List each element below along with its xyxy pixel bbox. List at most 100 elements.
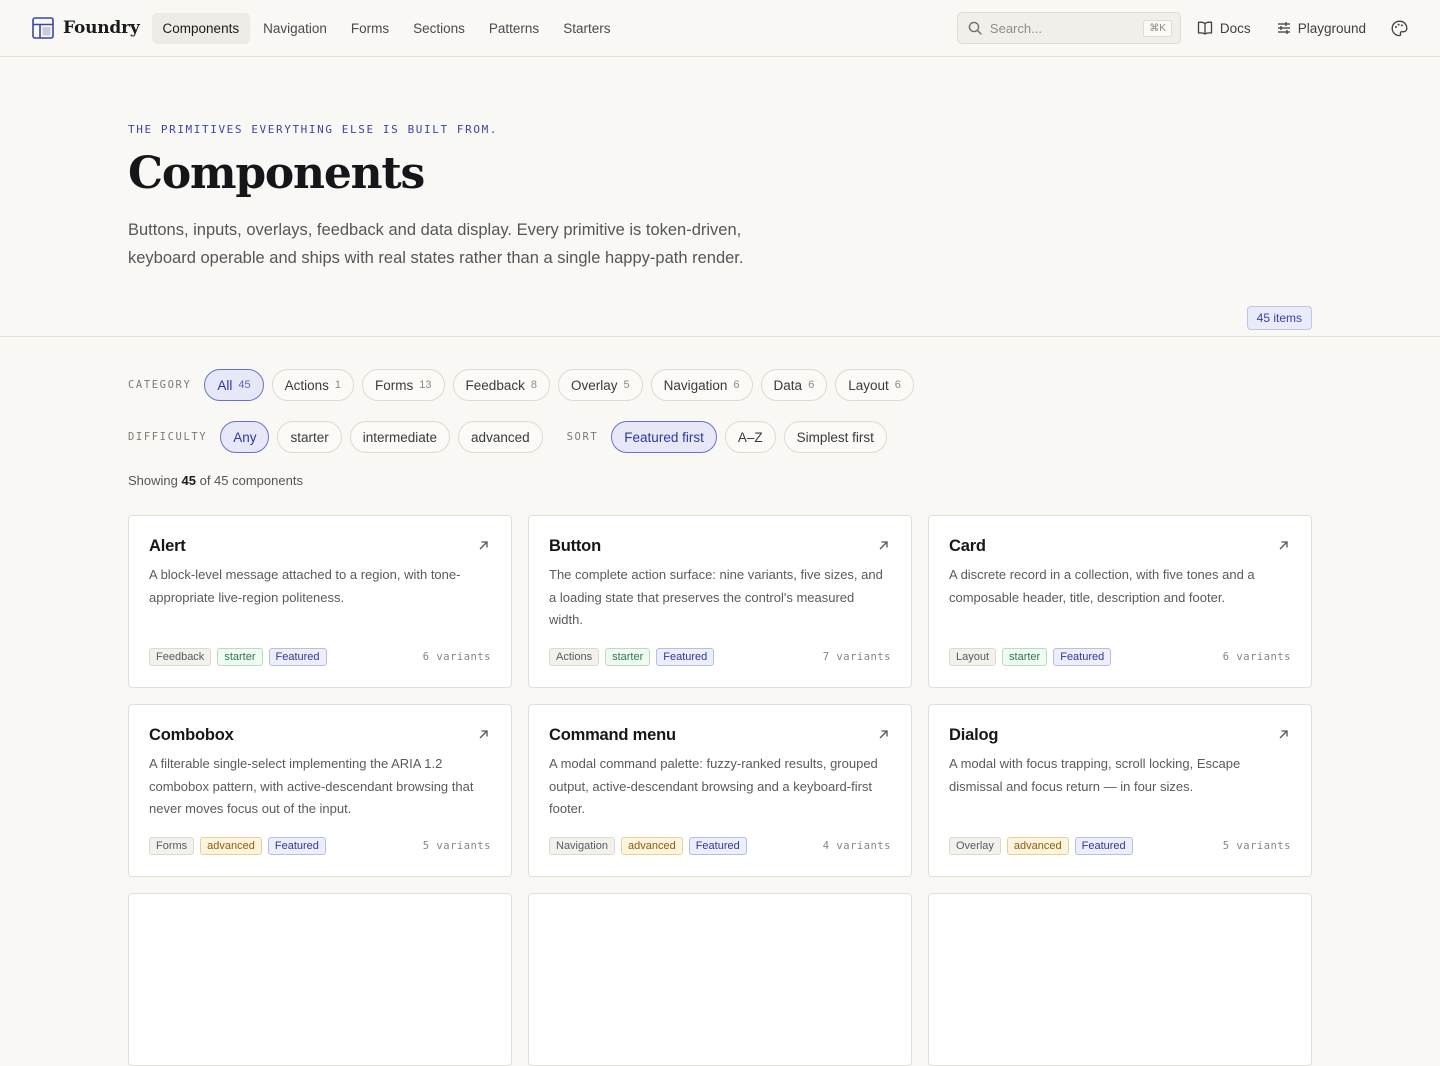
featured-tag: Featured [267,837,326,855]
category-pill-all[interactable]: All 45 [204,369,264,401]
featured-tag: Featured [268,648,327,666]
variant-count: 6 variants [422,651,491,663]
component-card-alert[interactable]: Alert A block-level message attached to … [128,515,512,688]
pill-count: 13 [419,379,432,391]
pill-label: Overlay [570,377,618,393]
component-card-combobox[interactable]: Combobox A filterable single-select impl… [128,704,512,877]
theme-button[interactable] [1390,19,1408,37]
search-box[interactable]: ⌘K [956,12,1181,44]
arrow-up-right-icon [879,541,888,550]
nav-item-navigation[interactable]: Navigation [252,13,338,44]
card-title: Dialog [949,726,999,744]
card-description: A filterable single-select implementing … [149,756,474,816]
featured-tag: Featured [1074,837,1133,855]
difficulty-tag: starter [605,648,651,666]
page-eyebrow: THE PRIMITIVES EVERYTHING ELSE IS BUILT … [128,123,499,136]
docs-label: Docs [1219,20,1251,36]
docs-link[interactable]: Docs [1197,15,1251,42]
pill-count: 6 [894,379,901,391]
sliders-icon [1277,22,1290,34]
main-nav: Components Navigation Forms Sections Pat… [151,12,622,44]
category-tag: Layout [949,648,997,666]
component-card-command-menu[interactable]: Command menu A modal command palette: fu… [528,704,912,877]
arrow-up-right-icon [1279,730,1288,739]
pill-count: 8 [530,379,537,391]
pill-label: Feedback [465,377,525,393]
card-footer: Actions starter Featured 7 variants [549,648,891,666]
category-label: CATEGORY [128,379,192,391]
component-card-card[interactable]: Card A discrete record in a collection, … [928,515,1312,688]
component-card-partial[interactable] [128,893,512,1066]
card-description: A modal command palette: fuzzy-ranked re… [549,756,878,816]
component-card-partial[interactable] [528,893,912,1066]
card-footer: Layout starter Featured 6 variants [949,648,1291,666]
palette-icon [1391,20,1407,36]
card-title: Alert [149,537,186,555]
nav-item-patterns[interactable]: Patterns [478,13,550,44]
showing-prefix: Showing [128,473,178,488]
component-grid: Alert A block-level message attached to … [128,515,1312,1066]
showing-suffix: of 45 components [199,473,303,488]
pill-label: All [217,377,233,393]
variant-count: 7 variants [822,651,891,663]
pill-count: 45 [238,379,251,391]
difficulty-label: DIFFICULTY [128,431,208,443]
component-card-partial[interactable] [928,893,1312,1066]
difficulty-pill-starter[interactable]: starter [277,421,342,453]
pill-label: Layout [848,377,889,393]
card-description: A discrete record in a collection, with … [949,567,1255,605]
arrow-up-right-icon [479,541,488,550]
showing-count: 45 [181,473,196,488]
sort-label: SORT [566,431,599,443]
sort-pill-alphabetical[interactable]: A–Z [724,421,776,453]
difficulty-tag: advanced [200,837,262,855]
logo-icon [32,17,54,39]
nav-item-starters[interactable]: Starters [552,13,621,44]
pill-label: Navigation [663,377,728,393]
category-pill-navigation[interactable]: Navigation 6 [650,369,753,401]
category-pill-data[interactable]: Data 6 [760,369,828,401]
page-description: Buttons, inputs, overlays, feedback and … [128,221,744,268]
search-shortcut: ⌘K [1143,19,1172,37]
difficulty-tag: starter [1002,648,1048,666]
card-footer: Overlay advanced Featured 5 variants [949,837,1291,855]
category-filter-row: CATEGORY All 45 Actions 1 Forms 13 Feedback… [128,369,1312,401]
search-input[interactable] [989,20,1136,36]
category-pill-forms[interactable]: Forms 13 [362,369,445,401]
category-tag: Forms [149,837,195,855]
difficulty-pill-any[interactable]: Any [220,421,270,453]
card-title: Command menu [549,726,676,744]
card-title: Button [549,537,601,555]
component-card-button[interactable]: Button The complete action surface: nine… [528,515,912,688]
difficulty-tag: advanced [620,837,683,855]
category-tag: Feedback [149,648,212,666]
category-tag: Navigation [549,837,615,855]
variant-count: 4 variants [822,840,891,852]
card-description: A block-level message attached to a regi… [149,567,461,605]
featured-tag: Featured [1053,648,1112,666]
top-bar: Foundry Components Navigation Forms Sect… [0,0,1440,57]
brand-logo[interactable]: Foundry [32,17,140,39]
variant-count: 5 variants [422,840,491,852]
book-icon [1197,21,1213,35]
sort-pill-featured[interactable]: Featured first [611,421,717,453]
arrow-up-right-icon [879,730,888,739]
nav-item-components[interactable]: Components [151,12,251,44]
playground-link[interactable]: Playground [1277,15,1366,42]
category-pill-feedback[interactable]: Feedback 8 [452,369,550,401]
difficulty-pill-intermediate[interactable]: intermediate [349,421,451,453]
nav-item-sections[interactable]: Sections [402,13,476,44]
nav-item-forms[interactable]: Forms [340,13,400,44]
category-pill-overlay[interactable]: Overlay 5 [557,369,643,401]
sort-pill-simplest[interactable]: Simplest first [783,421,887,453]
component-card-dialog[interactable]: Dialog A modal with focus trapping, scro… [928,704,1312,877]
category-pill-layout[interactable]: Layout 6 [835,369,914,401]
category-pill-actions[interactable]: Actions 1 [271,369,355,401]
featured-tag: Featured [688,837,747,855]
top-actions: ⌘K Docs Playground [956,12,1408,44]
difficulty-pill-advanced[interactable]: advanced [458,421,543,453]
card-title: Card [949,537,986,555]
card-description: The complete action surface: nine varian… [549,567,883,627]
card-footer: Feedback starter Featured 6 variants [149,648,491,666]
variant-count: 6 variants [1222,651,1291,663]
